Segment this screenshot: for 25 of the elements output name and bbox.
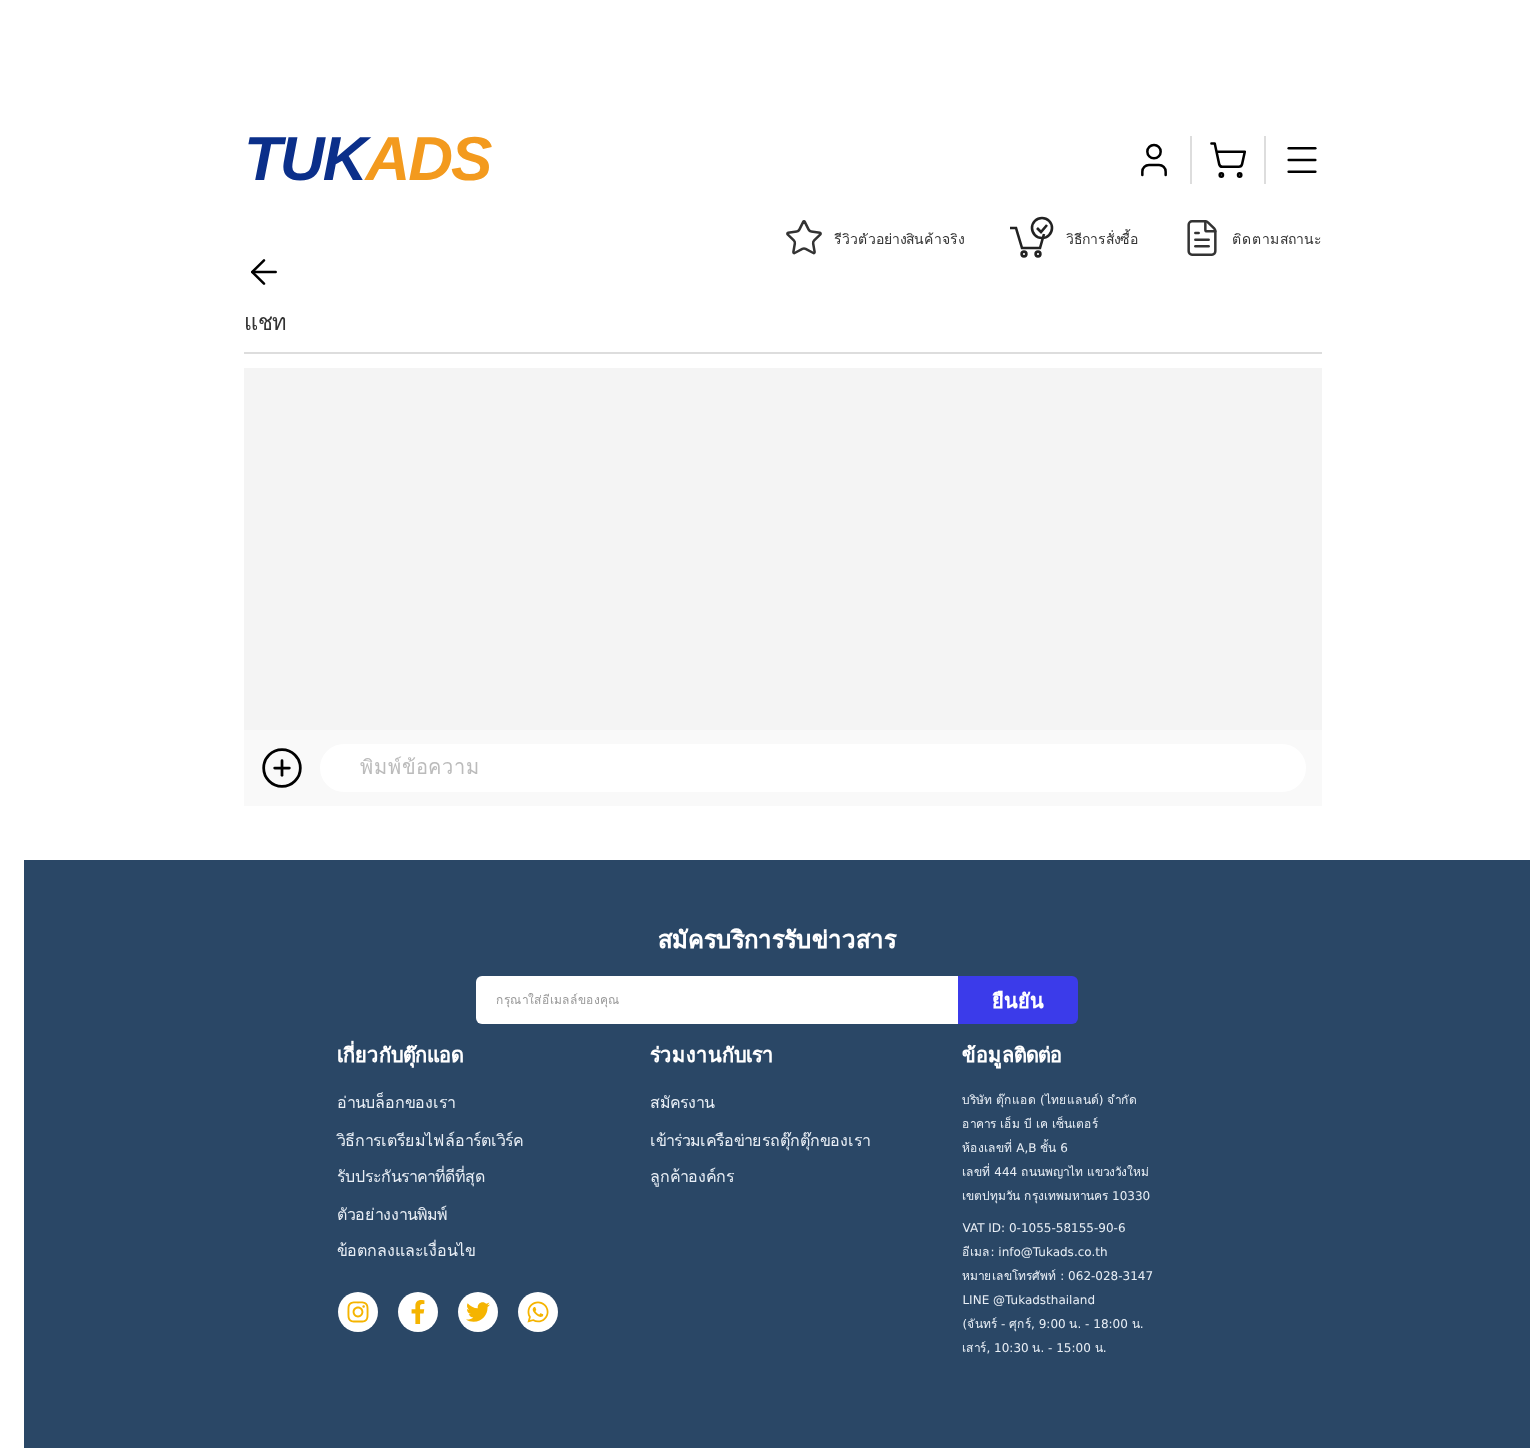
cart-icon[interactable] bbox=[1208, 140, 1248, 180]
document-icon bbox=[1182, 218, 1222, 258]
chat-title: แชท bbox=[244, 304, 1322, 354]
footer-link[interactable]: ตัวอย่างงานพิมพ์ bbox=[337, 1201, 650, 1227]
logo[interactable]: TUKADS bbox=[244, 124, 491, 196]
column-title: เกี่ยวกับตุ๊กแอด bbox=[337, 1040, 650, 1070]
footer-link[interactable]: อ่านบล็อกของเรา bbox=[337, 1090, 650, 1116]
whatsapp-icon[interactable] bbox=[517, 1291, 557, 1331]
confirm-button[interactable]: ยืนยัน bbox=[958, 976, 1078, 1024]
footer-link[interactable]: เข้าร่วมเครือข่ายรถตุ๊กตุ๊กของเรา bbox=[649, 1127, 963, 1153]
cart-check-icon bbox=[1008, 216, 1056, 260]
facebook-icon[interactable] bbox=[397, 1291, 437, 1331]
footer-link[interactable]: สมัครงาน bbox=[649, 1090, 963, 1116]
footer-link[interactable]: วิธีการเตรียมไฟล์อาร์ตเวิร์ค bbox=[337, 1127, 650, 1153]
newsletter-title: สมัครบริการรับข่าวสาร bbox=[658, 924, 896, 958]
message-input[interactable]: พิมพ์ข้อความ bbox=[320, 744, 1306, 792]
footer-link[interactable]: ลูกค้าองค์กร bbox=[649, 1164, 963, 1190]
twitter-icon[interactable] bbox=[457, 1291, 497, 1331]
footer-link[interactable]: ข้อตกลงและเงื่อนไข bbox=[337, 1238, 650, 1264]
column-title: ข้อมูลติดต่อ bbox=[962, 1042, 1065, 1070]
footer-link[interactable]: รับประกันราคาที่ดีที่สุด bbox=[337, 1164, 650, 1190]
instagram-icon[interactable] bbox=[337, 1291, 377, 1331]
add-icon[interactable] bbox=[260, 746, 304, 790]
star-icon bbox=[784, 218, 824, 258]
column-title: ร่วมงานกับเรา bbox=[649, 1043, 776, 1070]
